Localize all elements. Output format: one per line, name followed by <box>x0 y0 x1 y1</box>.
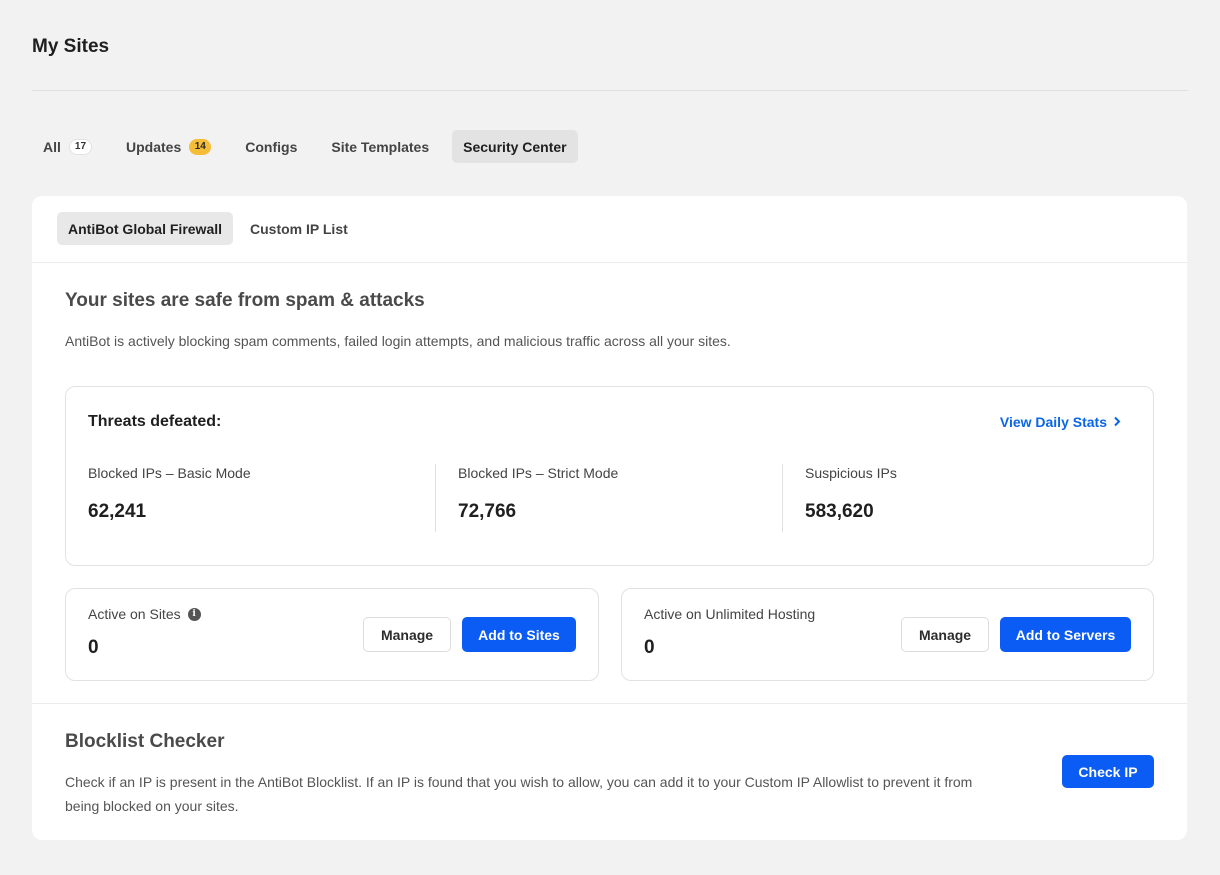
tab-label: Site Templates <box>331 138 430 155</box>
security-subtabs: AntiBot Global Firewall Custom IP List <box>57 212 365 245</box>
active-hosting-value: 0 <box>644 637 655 658</box>
stat-label: Blocked IPs – Strict Mode <box>458 465 619 481</box>
manage-servers-button[interactable]: Manage <box>901 617 989 652</box>
firewall-description: AntiBot is actively blocking spam commen… <box>65 333 731 349</box>
threats-panel: Threats defeated: View Daily Stats Block… <box>65 386 1154 566</box>
subtab-antibot-global-firewall[interactable]: AntiBot Global Firewall <box>57 212 234 245</box>
count-badge: 17 <box>68 138 93 155</box>
stat-value: 62,241 <box>88 501 147 522</box>
tab-label: All <box>43 138 61 155</box>
active-sites-value: 0 <box>88 637 99 658</box>
manage-sites-button[interactable]: Manage <box>363 617 451 652</box>
chevron-right-icon <box>1113 415 1121 430</box>
tab-label: Configs <box>245 138 298 155</box>
stat-divider <box>782 464 783 532</box>
security-card: AntiBot Global Firewall Custom IP List Y… <box>32 196 1187 840</box>
tab-label: Updates <box>126 138 182 155</box>
stat-suspicious: Suspicious IPs 583,620 <box>805 465 897 533</box>
blocklist-description-line: being blocked on your sites. <box>65 798 239 814</box>
main-tabs: All 17 Updates 14 Configs Site Templates… <box>32 130 590 163</box>
section-divider <box>32 262 1187 263</box>
stat-value: 72,766 <box>458 501 517 522</box>
stat-divider <box>435 464 436 532</box>
blocklist-description-line: Check if an IP is present in the AntiBot… <box>65 774 973 790</box>
stat-label: Blocked IPs – Basic Mode <box>88 465 251 481</box>
stat-value: 583,620 <box>805 501 874 522</box>
blocklist-title: Blocklist Checker <box>65 731 225 752</box>
active-sites-label-row: Active on Sites i <box>88 606 201 622</box>
check-ip-button[interactable]: Check IP <box>1062 755 1154 788</box>
stat-blocked-basic: Blocked IPs – Basic Mode 62,241 <box>88 465 251 533</box>
page-title: My Sites <box>32 36 110 57</box>
active-hosting-panel: Active on Unlimited Hosting 0 Manage Add… <box>621 588 1154 681</box>
threats-title: Threats defeated: <box>88 413 222 430</box>
subtab-custom-ip-list[interactable]: Custom IP List <box>239 212 359 245</box>
tab-site-templates[interactable]: Site Templates <box>320 130 440 163</box>
tab-security-center[interactable]: Security Center <box>452 130 578 163</box>
info-icon[interactable]: i <box>187 607 201 621</box>
tab-all[interactable]: All 17 <box>32 130 103 163</box>
active-sites-label: Active on Sites <box>88 606 181 622</box>
stat-blocked-strict: Blocked IPs – Strict Mode 72,766 <box>458 465 618 533</box>
tab-updates[interactable]: Updates 14 <box>115 130 222 163</box>
view-daily-stats-link[interactable]: View Daily Stats <box>1000 414 1121 430</box>
active-hosting-label: Active on Unlimited Hosting <box>644 606 816 622</box>
tab-configs[interactable]: Configs <box>234 130 308 163</box>
firewall-title: Your sites are safe from spam & attacks <box>65 290 425 311</box>
add-to-servers-button[interactable]: Add to Servers <box>1000 617 1131 652</box>
header-divider <box>32 90 1188 91</box>
blocklist-description: Check if an IP is present in the AntiBot… <box>65 770 1055 818</box>
add-to-sites-button[interactable]: Add to Sites <box>462 617 576 652</box>
section-divider <box>32 703 1187 704</box>
stat-label: Suspicious IPs <box>805 465 897 481</box>
tab-label: Security Center <box>463 138 567 155</box>
active-sites-panel: Active on Sites i 0 Manage Add to Sites <box>65 588 599 681</box>
updates-badge: 14 <box>189 138 212 155</box>
view-daily-stats-label: View Daily Stats <box>999 414 1107 430</box>
